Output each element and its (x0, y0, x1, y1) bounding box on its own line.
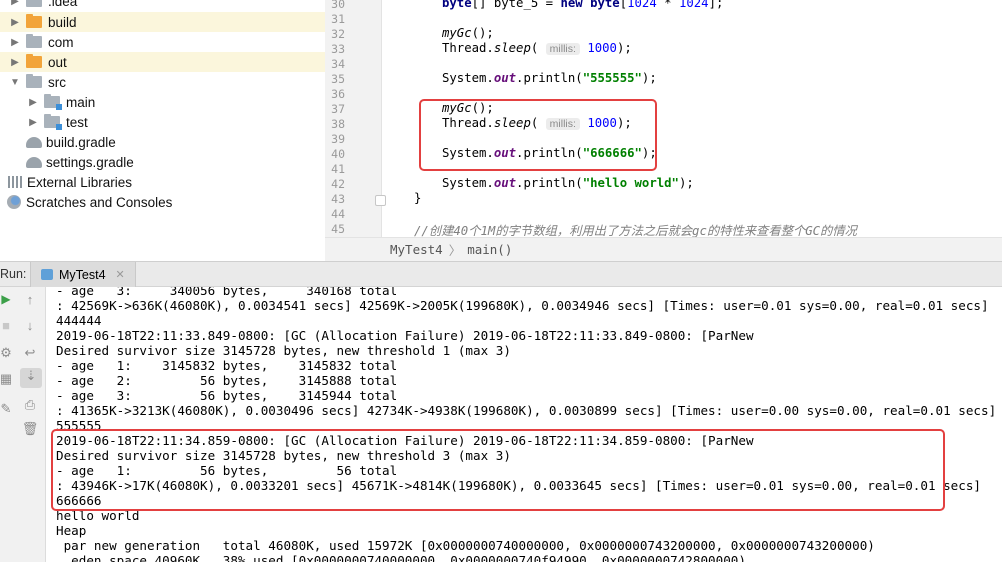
console-line: - age 1: 3145832 bytes, 3145832 total (56, 358, 398, 373)
gradle-icon (26, 136, 42, 148)
tree-item-settings-gradle[interactable]: settings.gradle (0, 152, 325, 172)
run-toolbar: ▶ ↑ ■ ↓ ⚙ ↩ ▦ ⇣ ✎ ⎙ 🗑 (0, 287, 46, 562)
folder-icon (26, 54, 42, 68)
layout-icon[interactable]: ▦ (0, 371, 16, 387)
source-folder-icon (44, 94, 62, 110)
project-tree-panel: ▶ .idea ▶ build ▶ com ▶ out ▼ src ▶ main… (0, 0, 325, 261)
console-line: - age 2: 56 bytes, 3145888 total (56, 373, 398, 388)
close-tab-icon[interactable]: ✕ (116, 268, 125, 281)
soft-wrap-icon[interactable]: ↩ (20, 345, 40, 361)
console-line: - age 3: 56 bytes, 3145944 total (56, 388, 398, 403)
highlight-box-code (419, 99, 657, 171)
run-config-icon (41, 269, 53, 280)
parameter-hint: millis: (545, 43, 580, 55)
tree-item-label: settings.gradle (46, 154, 134, 170)
code-line: Thread.sleep( millis: 1000); (442, 41, 632, 55)
tree-item-test[interactable]: ▶ test (0, 112, 325, 132)
console-line: 444444 (56, 313, 102, 328)
tree-item-label: External Libraries (27, 174, 133, 190)
code-line: } (414, 191, 422, 205)
tree-item-scratches[interactable]: Scratches and Consoles (0, 192, 325, 212)
expand-arrow-icon[interactable]: ▶ (10, 57, 20, 68)
tree-item-build[interactable]: ▶ build (0, 12, 325, 32)
tree-item-build-gradle[interactable]: build.gradle (0, 132, 325, 152)
breadcrumb: MyTest4 〉 main() (325, 237, 1002, 261)
source-folder-icon (44, 114, 62, 130)
print-icon[interactable]: ⎙ (20, 397, 40, 413)
clear-all-icon[interactable]: 🗑 (20, 421, 40, 437)
tree-item-label: test (66, 114, 88, 130)
code-line: System.out.println("555555"); (442, 71, 657, 85)
tree-item-external-libraries[interactable]: External Libraries (0, 172, 325, 192)
console-line: : 41365K->3213K(46080K), 0.0030496 secs]… (56, 403, 997, 418)
tree-item-idea[interactable]: ▶ .idea (0, 0, 325, 11)
console-line: Desired survivor size 3145728 bytes, new… (56, 343, 511, 358)
folder-icon (26, 14, 42, 28)
console-line: Heap (56, 523, 87, 538)
folder-icon (26, 0, 42, 7)
expand-arrow-icon[interactable]: ▶ (10, 17, 20, 28)
highlight-box-console (51, 429, 945, 511)
tab-label: MyTest4 (59, 267, 106, 282)
tree-item-label: build (48, 14, 77, 30)
scroll-to-end-icon[interactable]: ⇣ (20, 368, 42, 388)
run-tool-window-header: Run: MyTest4 ✕ (0, 261, 1002, 287)
console-line: par new generation total 46080K, used 15… (56, 538, 875, 553)
folder-icon (26, 34, 42, 48)
tree-item-main[interactable]: ▶ main (0, 92, 325, 112)
tree-item-label: .idea (48, 0, 78, 9)
run-label: Run: (0, 267, 27, 281)
tree-item-label: Scratches and Consoles (26, 194, 173, 210)
expand-arrow-icon[interactable]: ▶ (10, 37, 20, 48)
tree-item-label: main (66, 94, 96, 110)
scroll-up-icon[interactable]: ↑ (20, 292, 40, 307)
breadcrumb-class[interactable]: MyTest4 (390, 242, 443, 257)
tree-item-label: build.gradle (46, 134, 116, 150)
console-line: 2019-06-18T22:11:33.849-0800: [GC (Alloc… (56, 328, 754, 343)
console-line: - age 3: 340056 bytes, 340168 total (56, 287, 398, 298)
gradle-icon (26, 156, 42, 168)
tree-item-label: out (48, 54, 67, 70)
tree-item-com[interactable]: ▶ com (0, 32, 325, 52)
code-line: myGc(); (442, 26, 494, 40)
rerun-icon[interactable]: ▶ (0, 292, 16, 306)
breadcrumb-method[interactable]: main() (467, 242, 512, 257)
tab-mytest4[interactable]: MyTest4 ✕ (30, 262, 136, 287)
stop-icon[interactable]: ■ (0, 318, 16, 333)
scroll-down-icon[interactable]: ↓ (20, 318, 40, 333)
settings-icon[interactable]: ⚙ (0, 345, 16, 361)
code-line: byte[] byte_5 = new byte[1024 * 1024]; (442, 0, 724, 10)
scratch-icon (7, 195, 21, 209)
expand-arrow-icon[interactable]: ▶ (10, 0, 20, 7)
console-line: : 42569K->636K(46080K), 0.0034541 secs] … (56, 298, 989, 313)
library-icon (8, 176, 22, 188)
collapse-arrow-icon[interactable]: ▼ (10, 77, 20, 88)
tree-item-src[interactable]: ▼ src (0, 72, 325, 92)
code-editor[interactable]: 30 31 32 33 34 35 36 37 38 39 40 41 42 4… (325, 0, 1002, 261)
folder-icon (26, 74, 42, 88)
expand-arrow-icon[interactable]: ▶ (28, 97, 38, 108)
breadcrumb-separator: 〉 (448, 243, 462, 258)
tree-item-label: com (48, 34, 74, 50)
tree-item-label: src (48, 74, 66, 90)
expand-arrow-icon[interactable]: ▶ (28, 117, 38, 128)
tree-item-out[interactable]: ▶ out (0, 52, 325, 72)
pin-icon[interactable]: ✎ (0, 401, 16, 417)
console-line: eden space 40960K, 38% used [0x000000074… (56, 553, 746, 562)
code-line: System.out.println("hello world"); (442, 176, 694, 190)
console-output[interactable]: - age 3: 340056 bytes, 340168 total : 42… (46, 287, 1002, 562)
